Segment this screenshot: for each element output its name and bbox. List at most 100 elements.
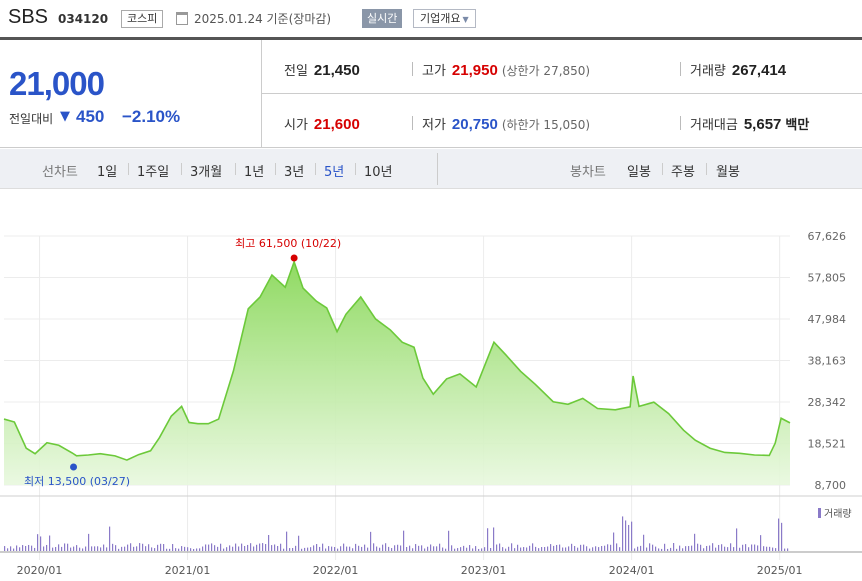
volume-bar: [502, 547, 504, 551]
candle-daily[interactable]: 일봉: [627, 161, 651, 180]
divider: [680, 62, 681, 76]
low-price: 저가 20,750 (하한가 15,050): [422, 114, 590, 133]
period-3m[interactable]: 3개월: [190, 161, 222, 180]
period-1d[interactable]: 1일: [97, 161, 117, 180]
chevron-down-icon: ▼: [462, 15, 469, 24]
volume-bar: [436, 546, 438, 551]
volume-bar: [742, 544, 744, 551]
period-5y[interactable]: 5년: [324, 161, 344, 180]
volume-bar: [166, 548, 168, 551]
realtime-button[interactable]: 실시간: [362, 9, 403, 28]
open-label: 시가: [284, 118, 308, 133]
volume-bar: [238, 546, 240, 551]
min-marker: [70, 463, 78, 471]
volume-bar: [619, 547, 621, 551]
volume-bar: [292, 547, 294, 551]
period-1w[interactable]: 1주일: [137, 161, 169, 180]
volume-bar: [526, 547, 528, 551]
period-10y[interactable]: 10년: [364, 161, 393, 180]
volume-bar: [649, 543, 651, 551]
volume-bar: [343, 543, 345, 551]
volume-bar: [568, 546, 570, 551]
volume-bar: [286, 531, 288, 551]
divider: [437, 153, 438, 185]
volume-bar: [631, 521, 633, 551]
volume-bar: [673, 543, 675, 551]
volume-bar: [739, 547, 741, 551]
max-marker: [290, 254, 298, 262]
volume-label: 거래량: [690, 64, 726, 79]
volume-bar: [709, 545, 711, 551]
volume-bar: [82, 548, 84, 551]
trade-value-label: 거래대금: [690, 118, 738, 133]
volume-bar: [241, 543, 243, 551]
volume-bar: [358, 545, 360, 551]
volume-bar: [361, 546, 363, 551]
volume-bar: [718, 544, 720, 551]
volume-bar: [700, 544, 702, 551]
chart-period-bar: 선차트 1일 1주일 3개월 1년 3년 5년 10년 봉차트 일봉 주봉 월봉: [0, 149, 862, 189]
volume-bar: [16, 545, 18, 551]
volume-bar: [163, 544, 165, 551]
volume-bar: [652, 544, 654, 551]
volume-bar: [487, 528, 489, 551]
quote-panel: 21,000 전일대비 ▼ 450 −2.10% 전일 21,450 고가 21,9…: [0, 40, 862, 148]
date-basis: 2025.01.24 기준(장마감): [194, 12, 332, 26]
y-tick-label: 8,700: [815, 479, 847, 492]
volume-bar: [409, 545, 411, 551]
period-3y[interactable]: 3년: [284, 161, 304, 180]
divider: [181, 163, 182, 175]
company-overview-button[interactable]: 기업개요 ▼: [413, 9, 476, 28]
volume-bar: [88, 533, 90, 551]
volume-bar: [676, 548, 678, 551]
volume-bar: [640, 545, 642, 551]
period-1y[interactable]: 1년: [244, 161, 264, 180]
high-value: 21,950: [451, 62, 498, 79]
volume-bar: [268, 534, 270, 551]
volume-bar: [571, 543, 573, 551]
open-price: 시가 21,600: [284, 114, 360, 133]
volume-bar: [433, 546, 435, 551]
volume-bar: [424, 548, 426, 551]
volume-bar: [202, 546, 204, 551]
volume-bar: [277, 545, 279, 551]
volume-bar: [457, 548, 459, 551]
volume-bar: [565, 547, 567, 551]
volume-bar: [694, 533, 696, 551]
volume-bar: [616, 543, 618, 551]
line-chart-label: 선차트: [42, 165, 78, 180]
volume-bar: [775, 548, 777, 551]
volume-bar: [25, 546, 27, 551]
max-label: 최고 61,500 (10/22): [235, 237, 341, 250]
volume-bar: [214, 545, 216, 551]
x-tick-label: 2022/01: [313, 564, 359, 577]
volume-bar: [628, 524, 630, 551]
volume-bar: [97, 546, 99, 551]
volume-bar: [415, 544, 417, 551]
volume-bar: [472, 548, 474, 551]
volume-bar: [736, 528, 738, 551]
volume-bar: [574, 546, 576, 551]
candle-weekly[interactable]: 주봉: [671, 161, 695, 180]
volume-bar: [388, 546, 390, 551]
price-area-fill: [4, 261, 790, 485]
volume-bar: [190, 548, 192, 551]
volume-bar: [58, 544, 60, 551]
volume-bar: [397, 544, 399, 551]
volume-bar: [19, 547, 21, 551]
volume-bar: [70, 547, 72, 551]
volume-bar: [253, 546, 255, 551]
volume-legend-swatch: [818, 508, 821, 518]
volume-bar: [322, 543, 324, 551]
volume-bar: [379, 547, 381, 551]
volume-bar: [466, 547, 468, 551]
price-chart[interactable]: 67,626 57,805 47,984 38,163 28,342 18,521 8,70…: [0, 189, 862, 581]
volume-bar: [52, 547, 54, 551]
volume-bar: [328, 546, 330, 551]
volume-bar: [451, 545, 453, 551]
volume-bar: [331, 546, 333, 551]
volume-bar: [364, 544, 366, 551]
volume-bar: [115, 545, 117, 551]
volume-bar: [184, 546, 186, 551]
candle-monthly[interactable]: 월봉: [716, 161, 740, 180]
